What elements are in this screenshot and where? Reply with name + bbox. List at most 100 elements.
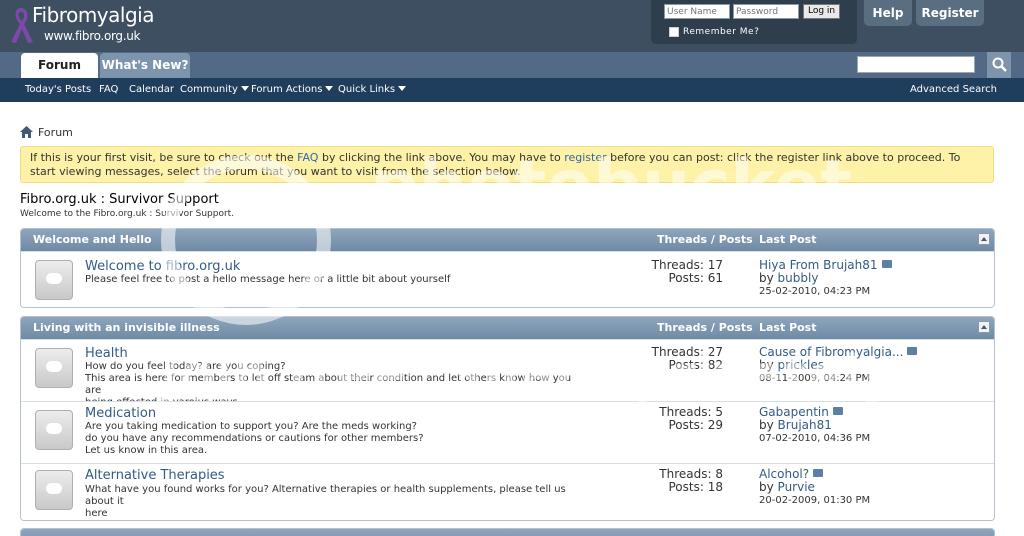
site-logo[interactable]: Fibromyalgia www.fibro.org.uk [6,2,176,48]
go-to-post-icon[interactable] [813,469,824,477]
last-post-date: 20-02-2009, 01:30 PM [759,495,871,506]
forum-page: Fibromyalgia www.fibro.org.uk Log in Rem… [0,0,1024,536]
forum-status-icon [35,470,73,510]
login-button[interactable]: Log in [803,4,841,19]
logo-title: Fibromyalgia [32,3,154,27]
forum-stats: Threads: 5 Posts: 29 [601,406,723,432]
nav-quick-links[interactable]: Quick Links [338,78,407,102]
nav-community[interactable]: Community [180,78,249,102]
chevron-down-icon [325,86,334,91]
last-post-by: by [759,358,778,372]
post-count: Posts: 82 [668,358,724,372]
nav-calendar[interactable]: Calendar [129,78,174,102]
last-post-date: 25-02-2010, 04:23 PM [759,286,871,297]
forum-description-line: here [85,508,108,519]
go-to-post-icon[interactable] [832,407,843,415]
last-post-user[interactable]: prickles [778,358,824,372]
last-post-by: by [759,480,778,494]
notice-text-1: If this is your first visit, be sure to … [30,151,298,164]
breadcrumb-forum[interactable]: Forum [38,126,73,139]
last-post-title[interactable]: Cause of Fibromyalgia... [759,345,903,359]
last-post-title[interactable]: Alcohol? [759,467,809,481]
forum-name[interactable]: Welcome to fibro.org.uk [85,259,240,274]
register-button[interactable]: Register [916,0,984,26]
remember-me[interactable]: Remember Me? [669,27,759,37]
main-navbar: Forum What's New? [0,52,1024,78]
nav-forum-actions-label: Forum Actions [251,84,323,95]
forum-status-icon [35,348,73,388]
tab-whats-new[interactable]: What's New? [100,53,190,78]
last-post-by: by [759,271,778,285]
forum-status-icon [35,410,73,450]
search-button[interactable] [987,52,1011,78]
password-input[interactable] [733,4,799,19]
forum-row: Health How do you feel today? are you co… [21,339,994,408]
category-title[interactable]: Welcome and Hello [33,229,152,251]
last-post-by: by [759,418,778,432]
forum-description-line: This area is here for members to let off… [85,373,572,396]
username-input[interactable] [664,4,730,19]
chevron-down-icon [240,86,249,91]
forum-category [20,528,995,536]
forum-name[interactable]: Health [85,346,128,361]
remember-checkbox[interactable] [669,27,679,37]
forum-name[interactable]: Alternative Therapies [85,468,225,483]
forum-description-line: Are you taking medication to support you… [85,421,417,432]
forum-description-line: do you have any recommendations or cauti… [85,433,424,444]
last-post: Alcohol? by Purvie 20-02-2009, 01:30 PM [759,468,870,507]
home-icon[interactable] [20,126,33,138]
nav-advanced-search[interactable]: Advanced Search [910,78,997,102]
forum-description-line: How do you feel today? are you coping? [85,361,286,372]
tab-forum[interactable]: Forum [21,53,98,78]
help-button[interactable]: Help [864,0,912,26]
last-post-title[interactable]: Gabapentin [759,405,829,419]
search-icon [992,57,1007,72]
login-form: Log in Remember Me? [651,0,857,44]
last-post-date: 08-11-2009, 04:24 PM [759,373,871,384]
column-last-post: Last Post [759,321,817,334]
awareness-ribbon-icon [11,8,33,43]
forum-name[interactable]: Medication [85,406,156,421]
forum-stats: Threads: 27 Posts: 82 [601,346,723,372]
faq-link[interactable]: FAQ [297,151,318,164]
category-header: Welcome and Hello Threads / Posts Last P… [21,229,994,251]
search-input[interactable] [857,56,975,73]
last-post: Hiya From Brujah81 by bubbly 25-02-2010,… [759,259,892,298]
last-post-user[interactable]: bubbly [778,271,819,285]
notice-text-2: by clicking the link above. You may have… [318,151,565,164]
collapse-icon[interactable] [978,233,990,245]
forum-description-line: What have you found works for you? Alter… [85,484,566,507]
forum-stats: Threads: 17 Posts: 61 [601,259,723,285]
last-post-user[interactable]: Brujah81 [778,418,832,432]
nav-todays-posts[interactable]: Today's Posts [25,78,91,102]
register-link[interactable]: register [564,151,606,164]
breadcrumb: Forum [20,124,73,140]
chevron-down-icon [398,86,407,91]
forum-status-icon [35,260,73,300]
site-header: Fibromyalgia www.fibro.org.uk Log in Rem… [0,0,1024,52]
go-to-post-icon[interactable] [907,347,918,355]
forum-category: Living with an invisible illness Threads… [20,316,995,521]
nav-forum-actions[interactable]: Forum Actions [251,78,334,102]
category-header: Living with an invisible illness Threads… [21,317,994,339]
forum-description: What have you found works for you? Alter… [85,484,575,520]
page-title: Fibro.org.uk : Survivor Support [20,192,219,207]
first-visit-notice: If this is your first visit, be sure to … [20,146,994,183]
collapse-icon[interactable] [978,321,990,333]
last-post-user[interactable]: Purvie [778,480,815,494]
go-to-post-icon[interactable] [881,260,892,268]
forum-row: Medication Are you taking medication to … [21,401,994,463]
nav-faq[interactable]: FAQ [99,78,118,102]
column-threads-posts: Threads / Posts [657,321,753,334]
column-threads-posts: Threads / Posts [657,233,753,246]
forum-stats: Threads: 8 Posts: 18 [601,468,723,494]
nav-community-label: Community [180,84,238,95]
forum-row: Alternative Therapies What have you foun… [21,463,994,520]
forum-category: Welcome and Hello Threads / Posts Last P… [20,228,995,308]
last-post: Cause of Fibromyalgia... by prickles 08-… [759,345,918,385]
last-post-title[interactable]: Hiya From Brujah81 [759,258,878,272]
logo-subtitle: www.fibro.org.uk [44,29,141,43]
post-count: Posts: 18 [668,480,724,494]
remember-label: Remember Me? [683,27,760,37]
category-title[interactable]: Living with an invisible illness [33,317,220,339]
